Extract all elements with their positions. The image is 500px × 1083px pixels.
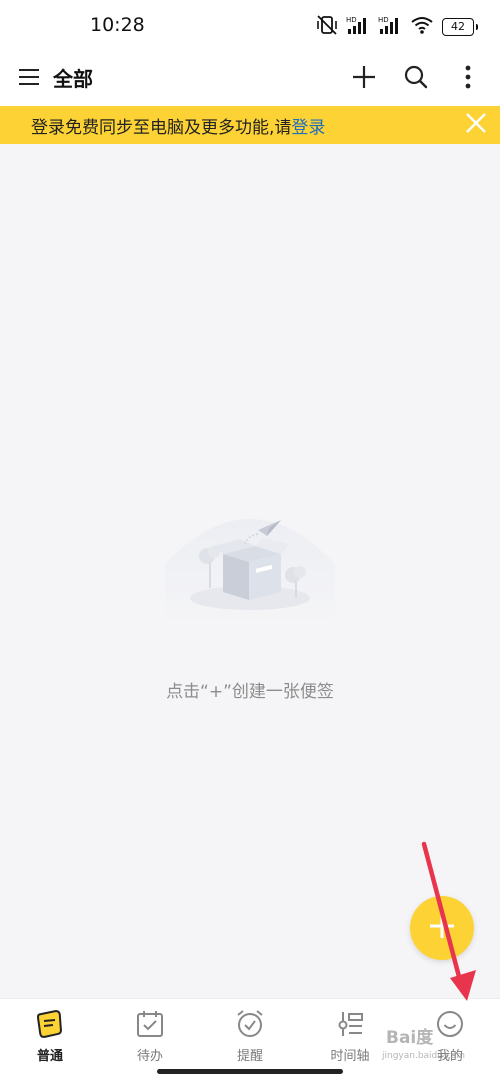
banner-message: 登录免费同步至电脑及更多功能,请 [31, 117, 292, 138]
more-button[interactable] [452, 63, 484, 95]
vibrate-off-icon [316, 15, 338, 39]
empty-box-icon [163, 502, 337, 626]
nav-label: 时间轴 [330, 1049, 370, 1064]
close-icon [465, 112, 487, 138]
search-icon [403, 64, 429, 94]
plus-icon [427, 911, 457, 945]
app-bar: 全部 [0, 52, 500, 106]
menu-icon [17, 67, 41, 91]
alarm-icon [234, 1008, 266, 1040]
status-icons: HD HD 42 [316, 15, 478, 39]
watermark-sub: jingyan.baidu.com [382, 1051, 466, 1061]
more-vertical-icon [463, 64, 473, 94]
note-icon [34, 1008, 66, 1040]
menu-button[interactable] [14, 64, 44, 94]
todo-icon [134, 1008, 166, 1040]
watermark: Bai度 [386, 1028, 434, 1048]
page-title[interactable]: 全部 [53, 63, 93, 92]
hd-label: HD [346, 16, 357, 24]
nav-label: 普通 [36, 1049, 63, 1064]
banner-text: 登录免费同步至电脑及更多功能,请登录 [31, 113, 325, 138]
signal-icon: HD [378, 15, 402, 39]
login-link[interactable]: 登录 [291, 118, 325, 138]
empty-state-message: 点击“+”创建一张便签 [166, 682, 334, 702]
nav-label: 待办 [136, 1049, 163, 1064]
status-time: 10:28 [90, 14, 145, 36]
screen: 10:28 HD HD 42 全部 登录免费同步至电脑及更多功能,请登录 点击“… [0, 0, 500, 1083]
wifi-icon [410, 15, 434, 39]
signal-icon: HD [346, 15, 370, 39]
hd-label: HD [378, 16, 389, 24]
nav-label: 提醒 [236, 1049, 263, 1064]
add-button[interactable] [348, 63, 380, 95]
timeline-icon [334, 1008, 366, 1040]
home-indicator[interactable] [157, 1069, 343, 1074]
banner-close-button[interactable] [462, 111, 490, 139]
plus-icon [351, 64, 377, 94]
battery-icon: 42 [442, 18, 478, 36]
nav-item-normal[interactable]: 普通 [0, 999, 100, 1083]
login-banner: 登录免费同步至电脑及更多功能,请登录 [0, 106, 500, 144]
add-note-fab[interactable] [410, 896, 474, 960]
status-bar: 10:28 HD HD 42 [0, 0, 500, 52]
app-actions [348, 60, 484, 98]
smile-icon [434, 1008, 466, 1040]
search-button[interactable] [400, 63, 432, 95]
